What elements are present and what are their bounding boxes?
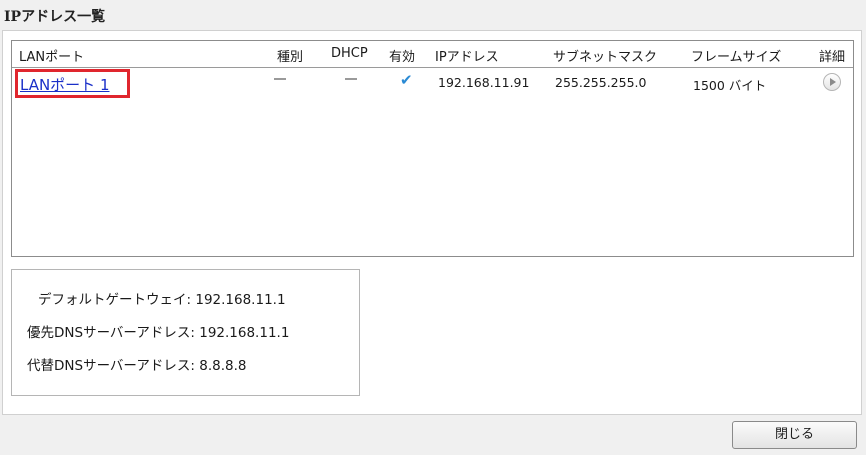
content-panel: LANポート 種別 DHCP 有効 IPアドレス サブネットマスク フレームサイ… <box>2 30 862 415</box>
dns-info-box: デフォルトゲートウェイ: 192.168.11.1 優先DNSサーバーアドレス:… <box>11 269 360 396</box>
header-frame-size: フレームサイズ <box>691 50 782 65</box>
header-subnet: サブネットマスク <box>553 50 658 65</box>
gateway-value: 192.168.11.1 <box>195 292 286 308</box>
primary-dns-value: 192.168.11.1 <box>199 325 290 341</box>
dash-icon <box>345 78 357 80</box>
header-detail: 詳細 <box>819 50 846 65</box>
subnet-mask-value: 255.255.255.0 <box>555 75 647 90</box>
header-ip: IPアドレス <box>435 50 499 65</box>
play-circle-icon[interactable] <box>823 73 841 91</box>
dialog-title: IPアドレス一覧 <box>4 9 106 25</box>
header-type: 種別 <box>277 50 304 65</box>
dash-icon <box>274 78 286 80</box>
primary-dns-row: 優先DNSサーバーアドレス: 192.168.11.1 <box>27 321 289 341</box>
lan-port-1-link[interactable]: LANポート 1 <box>15 69 130 98</box>
table-header: LANポート 種別 DHCP 有効 IPアドレス サブネットマスク フレームサイ… <box>12 41 853 68</box>
table-row: LANポート 1 ✔ 192.168.11.91 255.255.255.0 1… <box>12 68 853 98</box>
ip-address-value: 192.168.11.91 <box>438 75 530 90</box>
primary-dns-label: 優先DNSサーバーアドレス: <box>27 325 195 341</box>
gateway-row: デフォルトゲートウェイ: 192.168.11.1 <box>38 288 286 308</box>
gateway-label: デフォルトゲートウェイ: <box>38 292 192 308</box>
header-lan-port: LANポート <box>19 50 85 65</box>
ip-address-table: LANポート 種別 DHCP 有効 IPアドレス サブネットマスク フレームサイ… <box>11 40 854 257</box>
header-enabled: 有効 <box>389 50 416 65</box>
secondary-dns-row: 代替DNSサーバーアドレス: 8.8.8.8 <box>27 354 246 374</box>
header-dhcp: DHCP <box>331 46 368 61</box>
frame-size-value: 1500 バイト <box>693 78 767 93</box>
check-icon: ✔ <box>400 71 413 89</box>
close-button[interactable]: 閉じる <box>732 421 857 449</box>
secondary-dns-label: 代替DNSサーバーアドレス: <box>27 358 195 374</box>
secondary-dns-value: 8.8.8.8 <box>199 358 247 374</box>
